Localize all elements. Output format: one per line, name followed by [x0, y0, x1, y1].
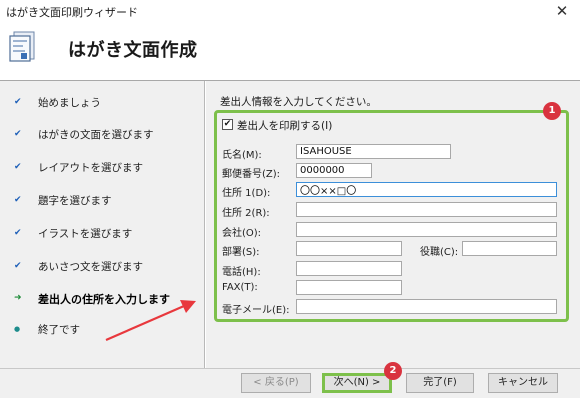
print-sender-label: 差出人を印刷する(I): [237, 120, 333, 132]
department-label: 部署(S):: [222, 247, 260, 258]
step-label: 題字を選びます: [38, 195, 112, 207]
phone-label: 電話(H):: [222, 267, 261, 278]
step-label: レイアウトを選びます: [38, 162, 143, 174]
instruction-text: 差出人情報を入力してください。: [220, 96, 377, 108]
postcard-document-icon: [9, 31, 35, 62]
step-label: はがきの文面を選びます: [38, 129, 154, 141]
email-label: 電子メール(E):: [222, 305, 290, 316]
back-button[interactable]: < 戻る(P): [241, 373, 311, 393]
dot-icon: ●: [14, 325, 21, 333]
annotation-badge-1: 1: [543, 102, 561, 120]
company-field[interactable]: [296, 222, 557, 237]
next-button[interactable]: 次へ(N) >: [322, 373, 392, 393]
step-label: 始めましょう: [38, 97, 101, 109]
wizard-header: はがき文面作成: [0, 22, 580, 80]
fax-label: FAX(T):: [222, 282, 258, 293]
cancel-button[interactable]: キャンセル: [488, 373, 558, 393]
company-label: 会社(O):: [222, 228, 262, 239]
department-field[interactable]: [296, 241, 402, 256]
finish-button[interactable]: 完了(F): [406, 373, 474, 393]
close-button[interactable]: ✕: [548, 1, 576, 21]
address1-label: 住所 1(D):: [222, 188, 271, 199]
step-label: イラストを選びます: [38, 228, 133, 240]
annotation-arrow: [105, 300, 196, 342]
check-icon: ✔: [14, 195, 22, 205]
check-icon: ✔: [14, 129, 22, 139]
annotation-badge-2: 2: [384, 362, 402, 380]
address2-label: 住所 2(R):: [222, 208, 270, 219]
address1-field[interactable]: [296, 182, 557, 197]
step-label: あいさつ文を選びます: [38, 261, 143, 273]
position-label: 役職(C):: [420, 247, 459, 258]
check-icon: ✔: [14, 261, 22, 271]
position-field[interactable]: [462, 241, 557, 256]
page-title: はがき文面作成: [68, 40, 198, 61]
address2-field[interactable]: [296, 202, 557, 217]
print-sender-checkbox[interactable]: ✔: [222, 119, 233, 130]
window-title: はがき文面印刷ウィザード: [6, 6, 138, 19]
email-field[interactable]: [296, 299, 557, 314]
check-icon: ✔: [14, 162, 22, 172]
name-field[interactable]: [296, 144, 451, 159]
name-label: 氏名(M):: [222, 150, 262, 161]
title-bar: はがき文面印刷ウィザード ✕: [0, 0, 580, 22]
step-label: 終了です: [38, 324, 80, 336]
fax-field[interactable]: [296, 280, 402, 295]
check-icon: ✔: [14, 228, 22, 238]
check-icon: ✔: [14, 97, 22, 107]
postal-code-label: 郵便番号(Z):: [222, 169, 281, 180]
phone-field[interactable]: [296, 261, 402, 276]
postal-code-field[interactable]: [296, 163, 372, 178]
current-step-arrow-icon: ➜: [14, 293, 22, 303]
